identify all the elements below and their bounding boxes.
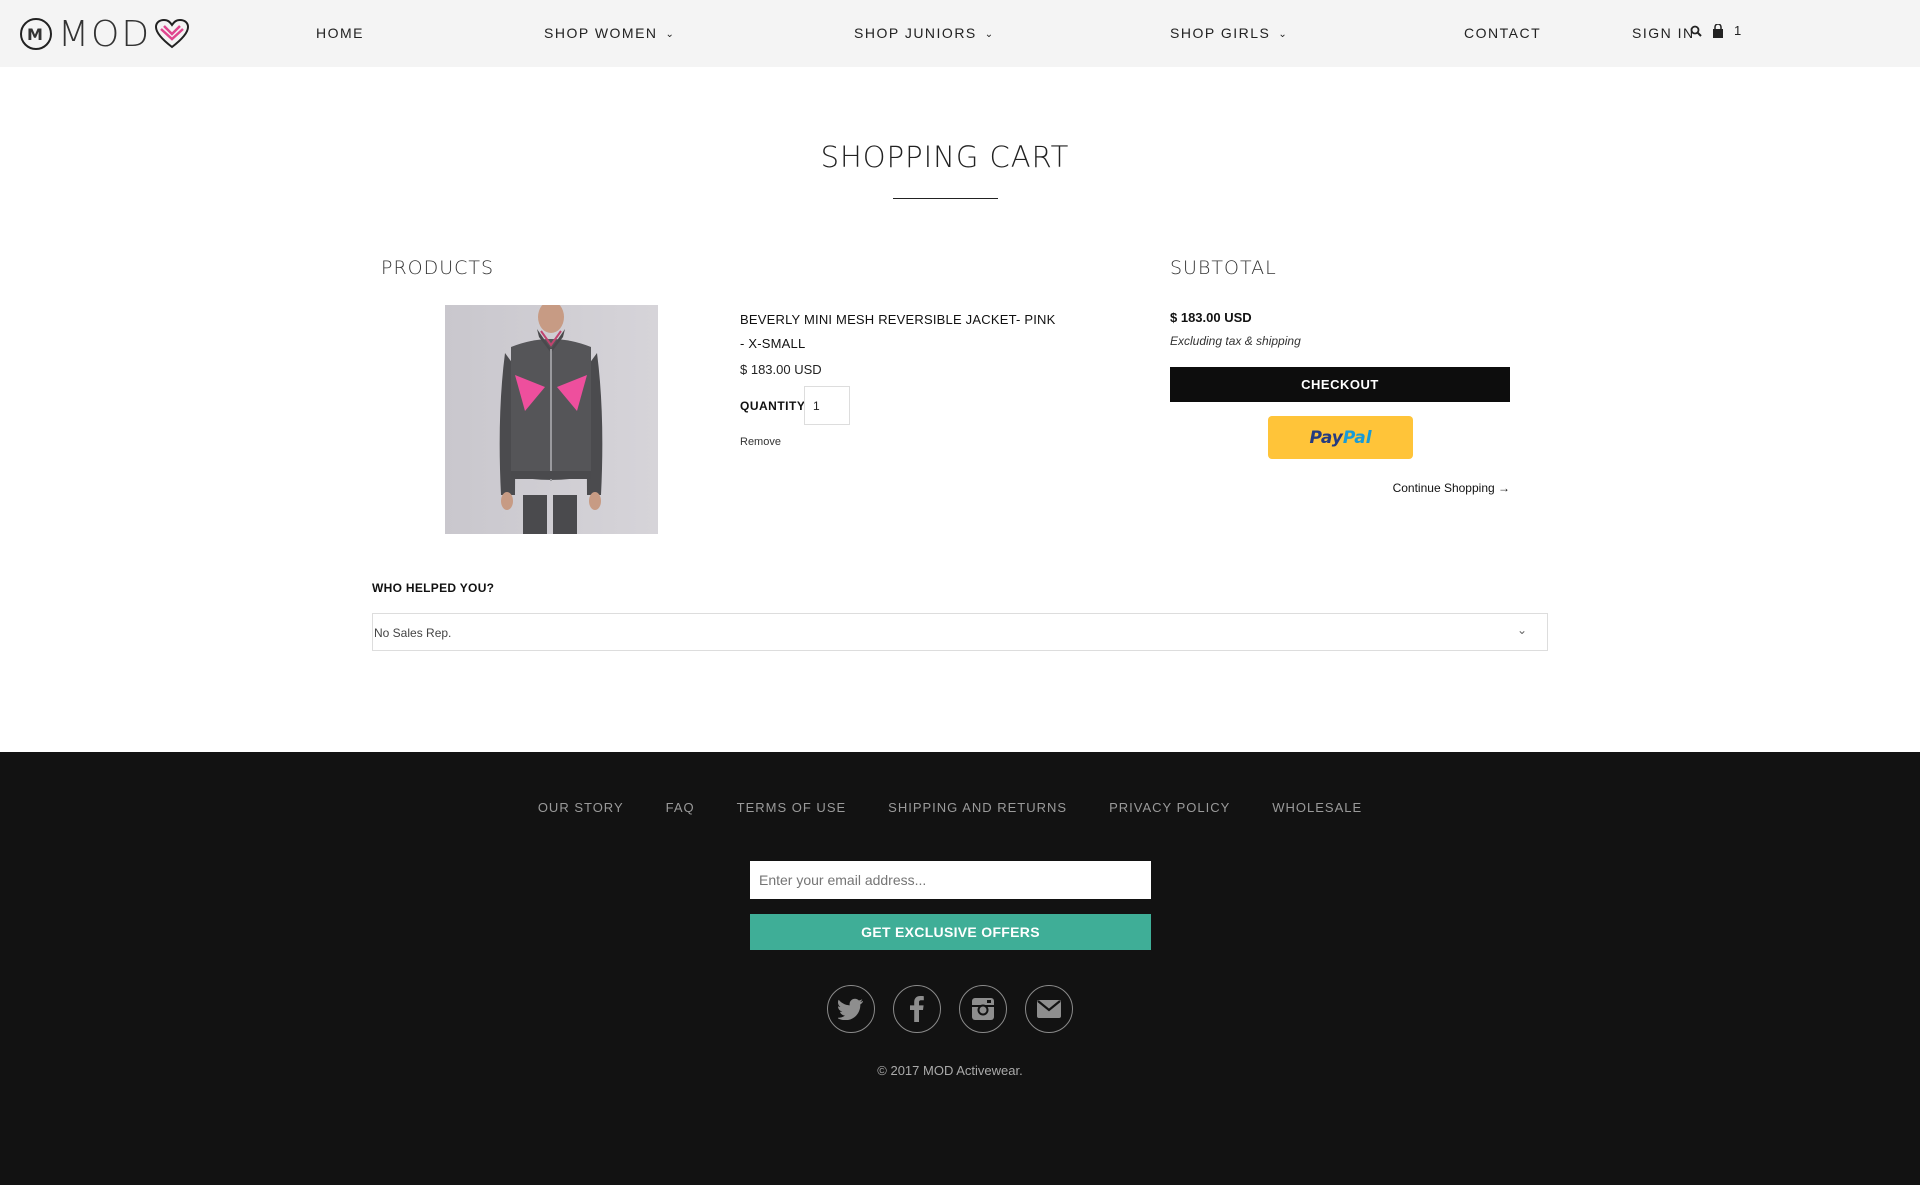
subtotal-note: Excluding tax & shipping: [1170, 334, 1301, 348]
cart-count[interactable]: 1: [1734, 23, 1741, 38]
nav-sign-in[interactable]: SIGN IN: [1632, 25, 1695, 41]
header-icons: 1: [1690, 23, 1741, 38]
page-title: SHOPPING CART: [820, 140, 1070, 174]
continue-shopping-link[interactable]: Continue Shopping →: [1300, 481, 1510, 495]
instagram-link[interactable]: [959, 985, 1007, 1033]
nav-home[interactable]: HOME: [316, 25, 364, 41]
footer-link-wholesale[interactable]: WHOLESALE: [1272, 800, 1362, 815]
quantity-input[interactable]: [804, 386, 850, 425]
social-links: [0, 985, 1900, 1033]
chevron-down-icon: ⌄: [984, 29, 995, 40]
cart-bag-icon[interactable]: [1712, 23, 1724, 38]
nav-shop-women-label: SHOP WOMEN: [544, 25, 658, 41]
subtotal-heading: SUBTOTAL: [1170, 257, 1277, 279]
checkout-button[interactable]: CHECKOUT: [1170, 367, 1510, 402]
product-price: $ 183.00 USD: [740, 362, 822, 377]
footer-link-faq[interactable]: FAQ: [666, 800, 695, 815]
sales-rep-select[interactable]: No Sales Rep. ⌄: [372, 613, 1548, 651]
logo[interactable]: M MOD: [20, 13, 190, 55]
footer-link-privacy[interactable]: PRIVACY POLICY: [1109, 800, 1230, 815]
paypal-button[interactable]: PayPal: [1268, 416, 1413, 459]
paypal-pal-text: Pal: [1342, 427, 1372, 448]
nav-contact[interactable]: CONTACT: [1464, 25, 1541, 41]
chevron-down-icon: ⌄: [1516, 623, 1527, 637]
who-helped-label: WHO HELPED YOU?: [372, 581, 495, 595]
twitter-icon: [838, 998, 863, 1020]
site-header: M MOD HOME SHOP WOMEN ⌄ SHOP JUNIORS ⌄ SHO…: [0, 0, 1920, 67]
sales-rep-selected: No Sales Rep.: [374, 626, 452, 640]
nav-shop-girls-label: SHOP GIRLS: [1170, 25, 1271, 41]
footer-link-our-story[interactable]: OUR STORY: [538, 800, 624, 815]
product-image[interactable]: [445, 305, 658, 534]
footer-link-terms[interactable]: TERMS OF USE: [737, 800, 847, 815]
instagram-icon: [972, 998, 994, 1020]
footer-links: OUR STORY FAQ TERMS OF USE SHIPPING AND …: [0, 800, 1900, 815]
site-footer: OUR STORY FAQ TERMS OF USE SHIPPING AND …: [0, 752, 1920, 1185]
footer-link-shipping[interactable]: SHIPPING AND RETURNS: [888, 800, 1067, 815]
logo-text: MOD: [58, 13, 152, 55]
chevron-down-icon: ⌄: [1278, 29, 1289, 40]
facebook-link[interactable]: [893, 985, 941, 1033]
search-icon[interactable]: [1690, 25, 1702, 37]
facebook-icon: [910, 996, 924, 1022]
paypal-pay-text: Pay: [1309, 427, 1343, 448]
nav-shop-women[interactable]: SHOP WOMEN ⌄: [544, 25, 675, 41]
chevron-down-icon: ⌄: [665, 29, 676, 40]
nav-shop-girls[interactable]: SHOP GIRLS ⌄: [1170, 25, 1288, 41]
title-divider: [893, 198, 998, 199]
mail-icon: [1037, 1000, 1061, 1018]
nav-shop-juniors[interactable]: SHOP JUNIORS ⌄: [854, 25, 995, 41]
quantity-label: QUANTITY:: [740, 399, 809, 413]
get-offers-button[interactable]: GET EXCLUSIVE OFFERS: [750, 914, 1151, 950]
twitter-link[interactable]: [827, 985, 875, 1033]
heart-icon: [155, 19, 190, 49]
products-heading: PRODUCTS: [381, 257, 495, 279]
email-input[interactable]: [750, 861, 1151, 899]
nav-shop-juniors-label: SHOP JUNIORS: [854, 25, 977, 41]
logo-m-icon: M: [20, 18, 52, 50]
remove-link[interactable]: Remove: [740, 436, 781, 448]
subtotal-amount: $ 183.00 USD: [1170, 310, 1252, 325]
mail-link[interactable]: [1025, 985, 1073, 1033]
copyright: © 2017 MOD Activewear.: [877, 1063, 1023, 1078]
product-name[interactable]: BEVERLY MINI MESH REVERSIBLE JACKET- PIN…: [740, 308, 1060, 356]
